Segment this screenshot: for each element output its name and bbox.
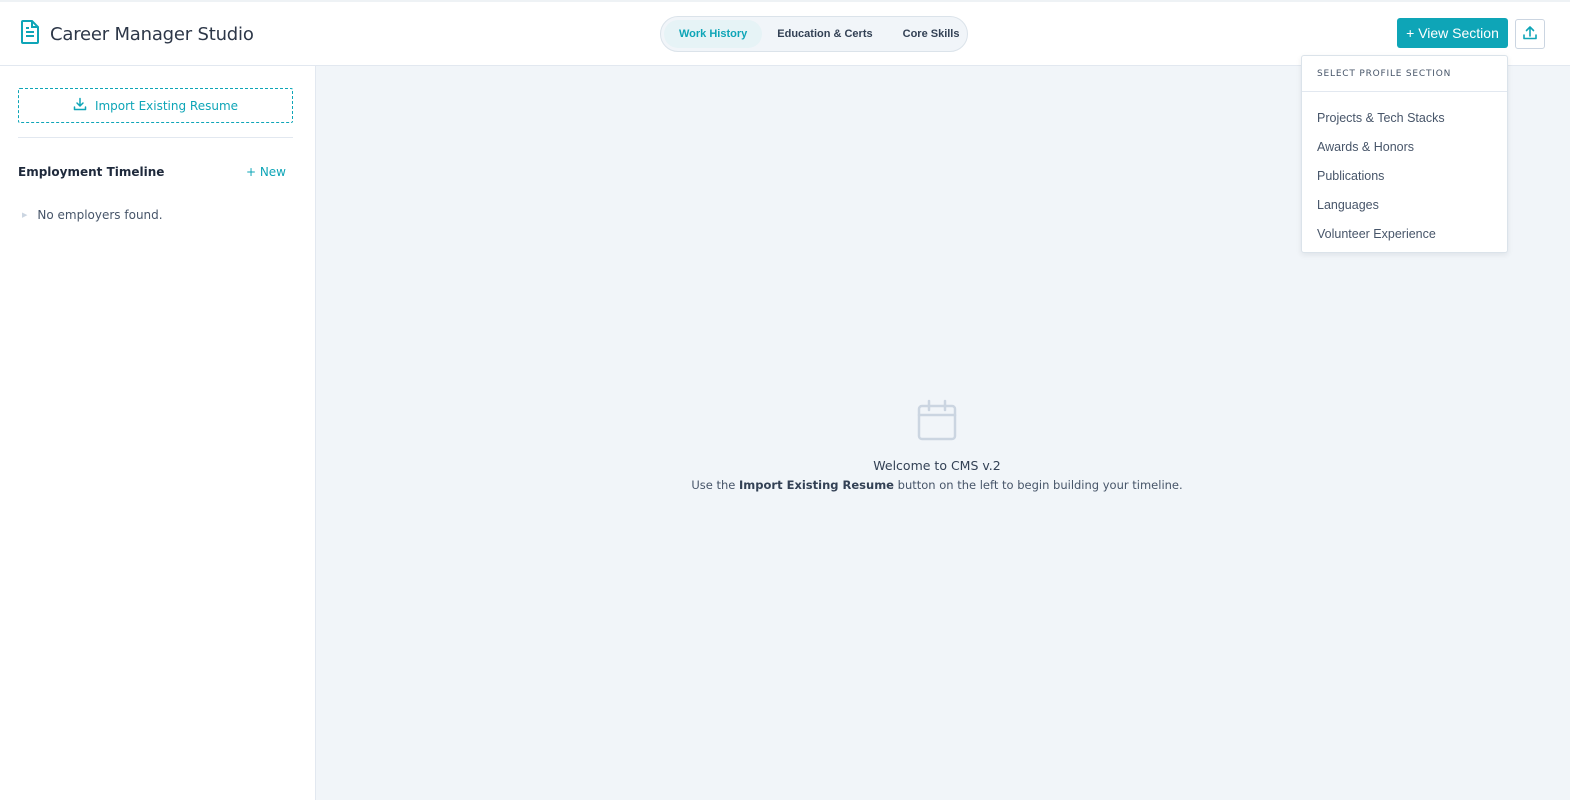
view-section-button[interactable]: + View Section xyxy=(1397,18,1508,48)
welcome-title: Welcome to CMS v.2 xyxy=(873,458,1001,473)
empty-employers-text: No employers found. xyxy=(37,208,163,222)
sidebar-divider xyxy=(18,137,293,138)
new-employer-button[interactable]: + New xyxy=(246,165,286,179)
empty-employers-item: ▶ No employers found. xyxy=(22,208,163,222)
welcome-prefix: Use the xyxy=(691,478,736,492)
download-icon xyxy=(73,97,87,114)
export-button[interactable] xyxy=(1515,19,1545,49)
upload-icon xyxy=(1522,25,1538,44)
calendar-icon xyxy=(917,399,957,441)
import-resume-label: Import Existing Resume xyxy=(94,98,239,113)
dropdown-list: Projects & Tech Stacks Awards & Honors P… xyxy=(1302,92,1507,249)
tab-education-certs[interactable]: Education & Certs xyxy=(762,20,887,48)
menu-item-publications[interactable]: Publications xyxy=(1302,161,1507,190)
welcome-suffix: button on the left to begin building you… xyxy=(897,478,1183,492)
tab-core-skills[interactable]: Core Skills xyxy=(888,20,975,48)
welcome-bold: Import Existing Resume xyxy=(739,478,894,492)
menu-item-languages[interactable]: Languages xyxy=(1302,191,1507,220)
welcome-instructions: Use the Import Existing Resume button on… xyxy=(316,478,1558,492)
timeline-title: Employment Timeline xyxy=(18,165,165,179)
timeline-header: Employment Timeline + New xyxy=(18,165,286,179)
tab-work-history[interactable]: Work History xyxy=(664,20,763,48)
menu-item-projects[interactable]: Projects & Tech Stacks xyxy=(1302,103,1507,132)
welcome-panel: Welcome to CMS v.2 Use the Import Existi… xyxy=(316,399,1558,492)
dropdown-header: SELECT PROFILE SECTION xyxy=(1302,56,1507,92)
document-icon xyxy=(20,20,40,49)
app-title: Career Manager Studio xyxy=(50,24,254,45)
chevron-right-icon: ▶ xyxy=(22,212,28,219)
menu-item-awards[interactable]: Awards & Honors xyxy=(1302,132,1507,161)
sidebar: Import Existing Resume Employment Timeli… xyxy=(0,66,316,800)
section-tabs: Work History Education & Certs Core Skil… xyxy=(660,16,968,52)
profile-section-dropdown: SELECT PROFILE SECTION Projects & Tech S… xyxy=(1301,55,1508,253)
import-resume-button[interactable]: Import Existing Resume xyxy=(18,88,293,123)
menu-item-volunteer[interactable]: Volunteer Experience xyxy=(1302,220,1507,249)
brand: Career Manager Studio xyxy=(20,20,254,49)
